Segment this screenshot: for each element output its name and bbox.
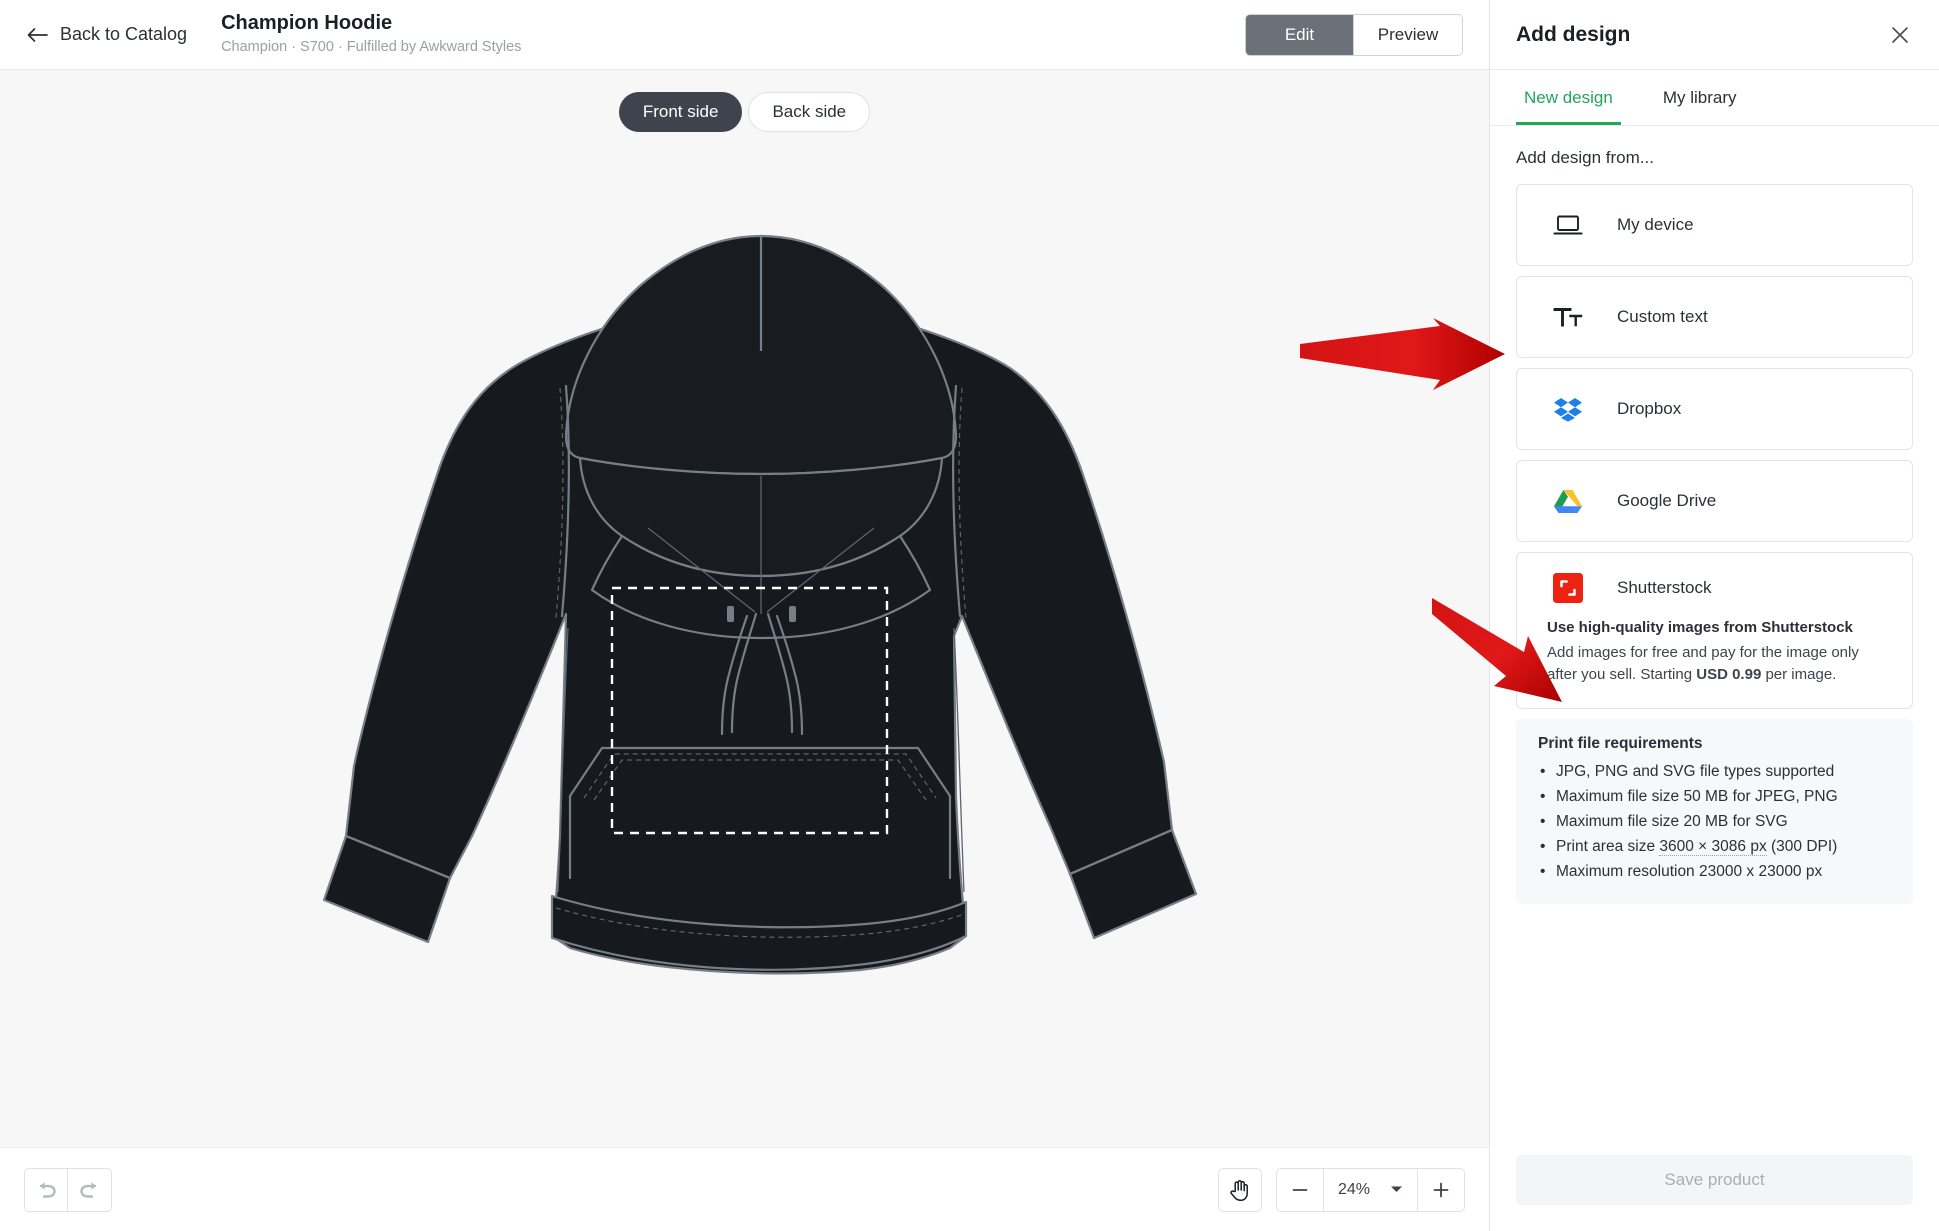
champion-hoodie-front-mockup[interactable]: .fab { fill:#16191d; stroke:#767e88; str… — [250, 136, 1240, 976]
zoom-level-value: 24% — [1337, 1180, 1370, 1198]
requirement-item: Maximum file size 50 MB for JPEG, PNG — [1538, 784, 1891, 809]
arrow-left-icon — [27, 27, 48, 42]
zoom-out-button[interactable] — [1277, 1169, 1323, 1211]
requirement-item: Maximum file size 20 MB for SVG — [1538, 809, 1891, 834]
tab-my-library[interactable]: My library — [1655, 70, 1745, 125]
chevron-down-icon — [1391, 1186, 1402, 1192]
google-drive-icon — [1547, 488, 1589, 514]
bottom-toolbar: 24% — [0, 1147, 1489, 1231]
source-dropbox[interactable]: Dropbox — [1516, 368, 1913, 450]
shutterstock-price: USD 0.99 — [1696, 665, 1762, 683]
product-title-block: Champion Hoodie Champion · S700 · Fulfil… — [221, 12, 521, 56]
panel-footer: Save product — [1490, 1155, 1939, 1231]
shutterstock-icon — [1547, 573, 1589, 603]
add-design-panel: Add design New design My library Add des… — [1490, 0, 1939, 1231]
shutterstock-row: Shutterstock — [1547, 573, 1882, 603]
zoom-level-dropdown[interactable]: 24% — [1324, 1169, 1417, 1211]
hand-pan-icon — [1230, 1179, 1249, 1201]
text-format-icon — [1547, 305, 1589, 329]
shutterstock-headline: Use high-quality images from Shutterstoc… — [1547, 619, 1853, 636]
history-controls — [24, 1167, 112, 1212]
shutterstock-desc-part2: per image. — [1761, 665, 1837, 683]
redo-icon — [79, 1181, 96, 1198]
source-label: Custom text — [1617, 307, 1708, 326]
panel-header: Add design — [1490, 0, 1939, 70]
print-file-requirements: Print file requirements JPG, PNG and SVG… — [1516, 718, 1913, 905]
source-google-drive[interactable]: Google Drive — [1516, 460, 1913, 542]
product-subtitle: Champion · S700 · Fulfilled by Awkward S… — [221, 39, 522, 56]
mockup-area: .fab { fill:#16191d; stroke:#767e88; str… — [0, 132, 1489, 1147]
print-area-value: 3600 × 3086 px — [1659, 837, 1767, 856]
print-area-prefix: Print area size — [1556, 837, 1660, 855]
back-side-tab[interactable]: Back side — [748, 92, 871, 132]
undo-button[interactable] — [24, 1167, 68, 1212]
laptop-icon — [1547, 213, 1589, 237]
tab-new-design[interactable]: New design — [1516, 70, 1621, 125]
source-label: Shutterstock — [1617, 578, 1712, 597]
panel-body: Add design from... My device Custom text… — [1490, 126, 1939, 1155]
panel-tabs: New design My library — [1490, 70, 1939, 126]
plus-icon — [1433, 1182, 1449, 1197]
top-bar: Back to Catalog Champion Hoodie Champion… — [0, 0, 1489, 70]
canvas-tools: 24% — [1217, 1167, 1465, 1212]
requirement-item: JPG, PNG and SVG file types supported — [1538, 759, 1891, 784]
requirements-list: JPG, PNG and SVG file types supported Ma… — [1538, 759, 1891, 885]
print-area-suffix: (300 DPI) — [1766, 837, 1838, 855]
product-designer-app: Back to Catalog Champion Hoodie Champion… — [0, 0, 1939, 1231]
garment-side-toggle: Front side Back side — [618, 92, 871, 132]
redo-button[interactable] — [68, 1167, 112, 1212]
source-my-device[interactable]: My device — [1516, 184, 1913, 266]
design-canvas: Front side Back side .fab { fill:#16191d… — [0, 70, 1489, 1147]
minus-icon — [1292, 1188, 1308, 1191]
shutterstock-description: Add images for free and pay for the imag… — [1547, 642, 1882, 686]
source-label: Dropbox — [1617, 399, 1682, 418]
requirements-title: Print file requirements — [1538, 734, 1703, 752]
back-to-catalog-label: Back to Catalog — [60, 24, 188, 44]
front-side-tab[interactable]: Front side — [618, 92, 743, 132]
dropbox-icon — [1547, 396, 1589, 422]
back-to-catalog-link[interactable]: Back to Catalog — [26, 24, 187, 45]
add-design-from-label: Add design from... — [1516, 148, 1654, 167]
close-icon — [1892, 26, 1908, 43]
page-title: Champion Hoodie — [221, 12, 393, 35]
view-mode-toggle: Edit Preview — [1245, 13, 1463, 56]
panel-title: Add design — [1516, 22, 1631, 46]
save-product-button[interactable]: Save product — [1516, 1155, 1913, 1205]
requirement-item: Maximum resolution 23000 x 23000 px — [1538, 859, 1891, 884]
zoom-controls: 24% — [1275, 1167, 1465, 1212]
source-custom-text[interactable]: Custom text — [1516, 276, 1913, 358]
source-shutterstock[interactable]: Shutterstock Use high-quality images fro… — [1516, 552, 1913, 709]
undo-icon — [39, 1181, 56, 1198]
requirement-item-print-area: Print area size 3600 × 3086 px (300 DPI) — [1538, 834, 1891, 859]
zoom-in-button[interactable] — [1418, 1169, 1464, 1211]
preview-mode-button[interactable]: Preview — [1354, 14, 1462, 55]
source-label: Google Drive — [1617, 491, 1717, 510]
edit-mode-button[interactable]: Edit — [1246, 14, 1354, 55]
pan-tool-button[interactable] — [1217, 1167, 1262, 1212]
source-label: My device — [1617, 215, 1694, 234]
close-panel-button[interactable] — [1887, 22, 1913, 48]
editor-pane: Back to Catalog Champion Hoodie Champion… — [0, 0, 1490, 1231]
